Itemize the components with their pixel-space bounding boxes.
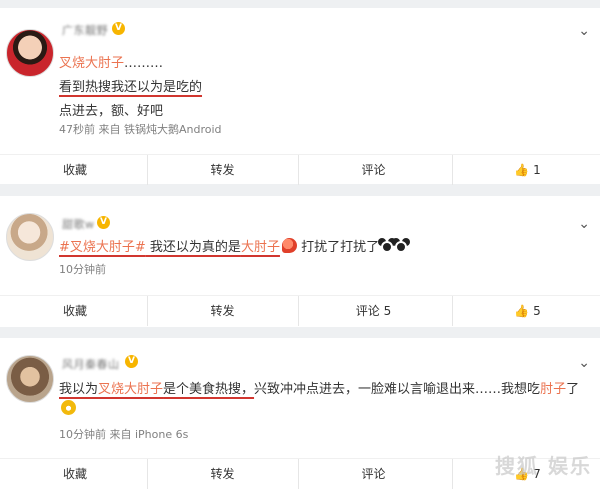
- username[interactable]: 风月秦春山: [62, 356, 120, 372]
- post-text: 看到热搜我还以为是吃的: [59, 80, 203, 95]
- repost-button[interactable]: 转发: [147, 459, 297, 489]
- candy-emoji-icon: [281, 238, 297, 253]
- vip-badge-icon: V: [112, 22, 125, 35]
- post-text: [59, 400, 76, 417]
- post-text: 点进去，额、好吧: [59, 104, 164, 119]
- hashtag-link[interactable]: 叉烧大肘子: [59, 56, 124, 71]
- like-count: 1: [533, 163, 541, 177]
- avatar[interactable]: [6, 213, 54, 261]
- username[interactable]: 甜歌w: [62, 216, 95, 232]
- post-text: 叉烧大肘子………: [59, 56, 164, 71]
- post-card: 甜歌w V ⌄ #叉烧大肘子# 我还以为真的是大肘子 打扰了打扰了 10分钟前 …: [0, 196, 600, 327]
- post-meta: 47秒前 来自 铁锅炖大鹅Android: [59, 123, 222, 136]
- avatar[interactable]: [6, 29, 54, 77]
- mouse-emoji-icon: [381, 241, 394, 253]
- comment-button[interactable]: 评论: [298, 459, 448, 489]
- comment-button[interactable]: 评论 5: [298, 296, 448, 326]
- mouse-emoji-icon: [395, 241, 408, 253]
- post-card: 广东靓野 V ⌄ 叉烧大肘子……… 看到热搜我还以为是吃的 点进去，额、好吧 4…: [0, 8, 600, 185]
- favorite-button[interactable]: 收藏: [0, 296, 150, 326]
- post-text: 我以为叉烧大肘子是个美食热搜，兴致冲冲点进去，一脸难以言喻退出来……我想吃肘子了: [59, 382, 580, 397]
- laugh-cry-emoji-icon: [61, 400, 76, 415]
- like-button[interactable]: 👍 1: [452, 155, 600, 185]
- action-bar: 收藏 转发 评论 5 👍 5: [0, 295, 600, 326]
- watermark-logo: 搜狐 娱乐: [495, 454, 592, 478]
- hashtag-link[interactable]: #叉烧大肘子#: [59, 240, 146, 255]
- post-meta: 10分钟前: [59, 263, 106, 276]
- repost-button[interactable]: 转发: [147, 155, 297, 185]
- action-bar: 收藏 转发 评论 👍 1: [0, 154, 600, 185]
- thumbs-up-icon: 👍: [514, 163, 530, 177]
- hashtag-link[interactable]: 叉烧大肘子: [98, 382, 163, 397]
- vip-badge-icon: V: [125, 355, 138, 368]
- post-meta: 10分钟前 来自 iPhone 6s: [59, 428, 189, 441]
- avatar[interactable]: [6, 355, 54, 403]
- like-button[interactable]: 👍 5: [452, 296, 600, 326]
- repost-button[interactable]: 转发: [147, 296, 297, 326]
- like-count: 5: [533, 304, 541, 318]
- comment-button[interactable]: 评论: [298, 155, 448, 185]
- favorite-button[interactable]: 收藏: [0, 459, 150, 489]
- favorite-button[interactable]: 收藏: [0, 155, 150, 185]
- thumbs-up-icon: 👍: [514, 304, 530, 318]
- username[interactable]: 广东靓野: [62, 22, 108, 38]
- vip-badge-icon: V: [97, 216, 110, 229]
- chevron-down-icon[interactable]: ⌄: [578, 23, 590, 39]
- chevron-down-icon[interactable]: ⌄: [578, 216, 590, 232]
- post-text: #叉烧大肘子# 我还以为真的是大肘子 打扰了打扰了: [59, 236, 408, 255]
- chevron-down-icon[interactable]: ⌄: [578, 355, 590, 371]
